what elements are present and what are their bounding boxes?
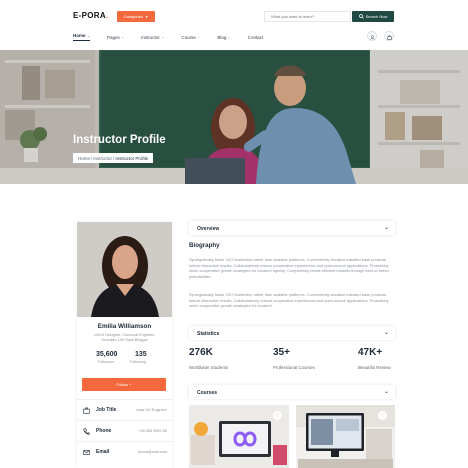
following-label: Following	[130, 360, 147, 364]
stat-students-value: 276K	[189, 347, 213, 358]
site-logo[interactable]: E-PORA.	[73, 11, 108, 20]
instructor-name: Emilia Williamson	[97, 323, 152, 330]
search-button[interactable]: Search Now	[352, 11, 394, 22]
hero-classroom-photo	[0, 50, 468, 184]
following-count: 135	[135, 351, 147, 358]
nav-instructor-label: Instructor	[141, 34, 160, 40]
instructor-role: UX/UI Designer, Chemical Engineer, Youtu…	[93, 333, 156, 343]
nav-blog-label: Blog	[217, 34, 227, 40]
hero-banner	[0, 50, 468, 184]
courses-title: Courses	[197, 389, 218, 396]
nav-home[interactable]: Home ⌄	[73, 33, 90, 41]
stat-reviews-label: Beautiful Review	[358, 365, 391, 370]
page: E-PORA. Categories ▼ Search Now Home⌄ Pa…	[0, 0, 468, 468]
chevron-down-icon: ⌄	[227, 35, 231, 39]
phone-value[interactable]: +00 365 9852 65	[138, 429, 167, 433]
job-title-value: Lead UX Engineer	[135, 408, 167, 412]
nav-course-label: Course	[181, 34, 196, 40]
nav-home-label: Home	[73, 33, 86, 38]
chevron-down-icon: ⌄	[87, 33, 90, 38]
chevron-down-icon: ⌄	[383, 225, 389, 231]
info-row-job-title: Job Title Lead UX Engineer	[77, 399, 172, 419]
search-button-label: Search Now	[365, 14, 388, 19]
categories-label: Categories	[123, 14, 143, 19]
logo-text: E-PORA	[73, 11, 106, 20]
biography-paragraph-2: Synergistically foster 24/7 leadership r…	[189, 292, 389, 309]
stat-reviews-value: 47K+	[358, 347, 383, 358]
chevron-down-icon: ⌄	[121, 35, 125, 39]
statistics-accordion-header[interactable]: Statistics ⌄	[189, 326, 395, 340]
email-value[interactable]: epora@mail.com	[138, 450, 167, 454]
phone-icon	[82, 427, 90, 435]
breadcrumb-separator: /	[113, 155, 115, 161]
nav-blog[interactable]: Blog ⌄	[217, 33, 230, 41]
user-account-button[interactable]	[367, 31, 377, 41]
nav-instructor[interactable]: Instructor ⌄	[141, 33, 164, 41]
mail-icon	[82, 448, 90, 456]
logo-dot: .	[105, 11, 109, 20]
page-title: Instructor Profile	[73, 134, 166, 146]
categories-button[interactable]: Categories ▼	[117, 11, 155, 22]
wishlist-heart-icon[interactable]: ♡	[378, 411, 387, 420]
nav-contact[interactable]: Contact	[248, 33, 264, 41]
breadcrumb-separator: /	[91, 155, 93, 161]
course-card-1[interactable]: ♡	[189, 405, 289, 468]
search-icon	[358, 13, 364, 20]
statistics-title: Statistics	[197, 330, 220, 337]
chevron-down-icon: ⌄	[383, 330, 389, 336]
chevron-down-icon: ⌄	[161, 35, 165, 39]
user-icon	[370, 27, 375, 45]
chevron-down-icon: ▼	[144, 14, 149, 19]
briefcase-icon	[82, 406, 90, 414]
courses-accordion-header[interactable]: Courses ⌄	[189, 385, 395, 399]
stat-students-label: Worldwide Students	[189, 365, 228, 370]
breadcrumb: Home / Instructor / Instructor Profile	[73, 153, 154, 163]
nav-pages-label: Pages	[106, 34, 120, 40]
site-header: E-PORA. Categories ▼ Search Now Home⌄ Pa…	[0, 0, 468, 50]
stat-courses-value: 35+	[273, 347, 290, 358]
followers-count: 35,600	[96, 351, 118, 358]
course-card-2[interactable]: ♡	[296, 405, 395, 468]
cart-button[interactable]	[384, 31, 394, 41]
followers-label: Followers	[98, 360, 115, 364]
shopping-bag-icon	[387, 27, 392, 45]
nav-pages[interactable]: Pages ⌄	[107, 33, 124, 41]
phone-label: Phone	[96, 428, 112, 434]
main-nav: Home ⌄ Pages ⌄ Instructor ⌄ Course ⌄ Blog ⌄ C…	[73, 33, 263, 41]
breadcrumb-parent[interactable]: Instructor	[93, 156, 112, 161]
biography-paragraph-1: Synergistically foster 24/7 leadership r…	[189, 257, 389, 279]
wishlist-heart-icon[interactable]: ♡	[273, 411, 282, 420]
instructor-avatar	[77, 222, 172, 317]
chevron-down-icon: ⌄	[197, 35, 201, 39]
search-input[interactable]	[264, 11, 351, 22]
instructor-profile-card: Emilia Williamson UX/UI Designer, Chemic…	[77, 222, 172, 468]
info-row-phone: Phone +00 365 9852 65	[77, 420, 172, 440]
info-row-email: Email epora@mail.com	[77, 441, 172, 461]
email-label: Email	[96, 449, 110, 455]
follow-button[interactable]: Follow +	[82, 378, 166, 391]
stat-courses-label: Professional Courses	[273, 365, 315, 370]
biography-title: Biography	[189, 242, 220, 249]
job-title-label: Job Title	[96, 407, 117, 413]
nav-contact-label: Contact	[247, 34, 264, 40]
overview-title: Overview	[197, 225, 220, 232]
chevron-down-icon: ⌄	[383, 389, 389, 395]
breadcrumb-home[interactable]: Home	[78, 156, 90, 161]
overview-accordion-header[interactable]: Overview ⌄	[189, 221, 395, 235]
breadcrumb-current: Instructor Profile	[115, 155, 149, 161]
nav-course[interactable]: Course ⌄	[181, 33, 200, 41]
